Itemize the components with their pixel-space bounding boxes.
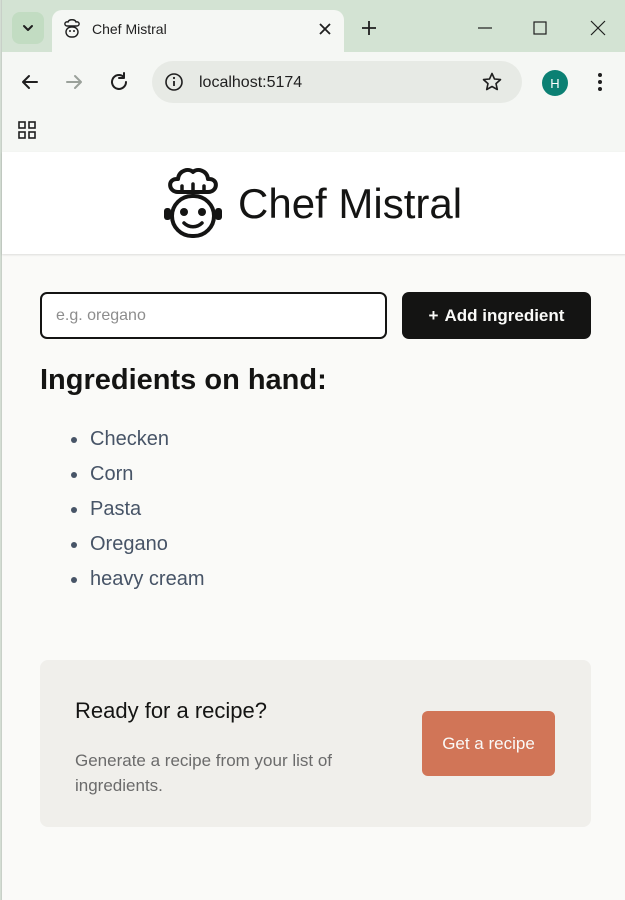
- chevron-down-icon: [23, 25, 33, 31]
- get-recipe-button[interactable]: Get a recipe: [422, 711, 555, 776]
- url-text[interactable]: localhost:5174: [199, 74, 302, 92]
- app-title: Chef Mistral: [238, 180, 463, 227]
- ingredients-heading: Ingredients on hand:: [40, 364, 327, 396]
- browser-tab[interactable]: Chef Mistral: [52, 10, 344, 52]
- ingredient-item: Oregano: [71, 533, 490, 568]
- tab-strip: Chef Mistral: [2, 0, 625, 52]
- back-button[interactable]: [18, 70, 42, 94]
- add-ingredient-label: Add ingredient: [444, 305, 565, 325]
- new-tab-button[interactable]: [358, 17, 380, 39]
- bookmarks-bar: [2, 112, 625, 152]
- plus-icon: +: [428, 305, 439, 325]
- ingredient-item: Checken: [71, 428, 490, 463]
- maximize-button[interactable]: [530, 18, 550, 38]
- reload-button[interactable]: [107, 70, 131, 94]
- window-close-button[interactable]: [588, 18, 608, 38]
- address-bar[interactable]: localhost:5174: [152, 61, 522, 103]
- get-recipe-card: Ready for a recipe? Generate a recipe fr…: [40, 660, 591, 827]
- profile-avatar[interactable]: H: [542, 70, 568, 96]
- minimize-button[interactable]: [475, 18, 495, 38]
- browser-window: Chef Mistral localhost:5174 H Chef Mistr…: [1, 0, 625, 900]
- forward-button[interactable]: [62, 70, 86, 94]
- kebab-menu-icon[interactable]: [590, 70, 610, 94]
- close-icon: [319, 23, 331, 35]
- recipe-card-description: Generate a recipe from your list of ingr…: [75, 751, 333, 795]
- recipe-card-title: Ready for a recipe?: [75, 698, 267, 723]
- tab-title: Chef Mistral: [92, 21, 167, 37]
- add-ingredient-button[interactable]: + Add ingredient: [402, 292, 591, 339]
- app-header: Chef Mistral: [2, 152, 625, 254]
- ingredient-item: heavy cream: [71, 568, 490, 603]
- star-icon[interactable]: [481, 71, 503, 93]
- chef-favicon-icon: [64, 19, 80, 38]
- ingredient-item: Pasta: [71, 498, 490, 533]
- info-icon[interactable]: [163, 71, 185, 93]
- ingredient-list: Checken Corn Pasta Oregano heavy cream: [71, 428, 490, 603]
- chef-hat-icon: [164, 168, 222, 238]
- browser-toolbar: localhost:5174 H: [2, 52, 625, 112]
- apps-grid-icon[interactable]: [17, 120, 37, 140]
- ingredient-input[interactable]: [40, 292, 387, 339]
- page-content: Chef Mistral + Add ingredient Ingredient…: [2, 152, 625, 900]
- tab-search-button[interactable]: [12, 12, 44, 44]
- tab-close-button[interactable]: [314, 18, 336, 40]
- ingredient-item: Corn: [71, 463, 490, 498]
